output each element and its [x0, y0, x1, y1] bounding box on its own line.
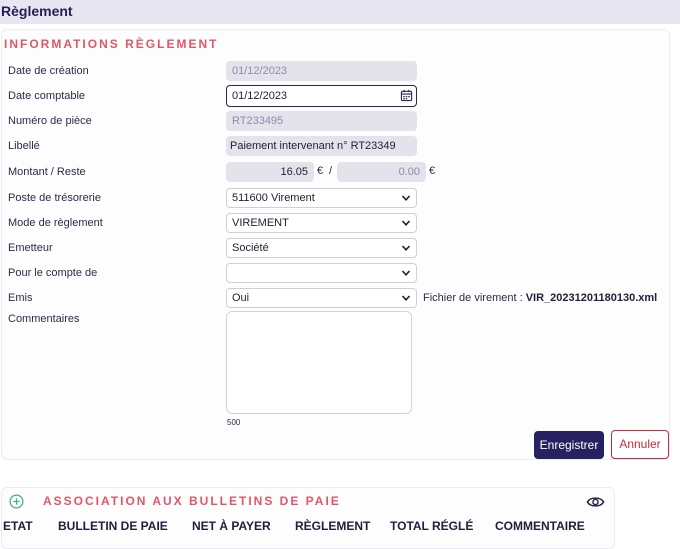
date-comptable-value: 01/12/2023 — [232, 90, 288, 102]
top-bar: Règlement — [0, 0, 680, 24]
libelle-value: Paiement intervenant n° RT23349 — [230, 140, 396, 152]
reste-field: 0.00 — [337, 162, 426, 182]
date-creation-field: 01/12/2023 — [226, 61, 417, 81]
chevron-down-icon — [401, 195, 411, 201]
pour-compte-select[interactable] — [226, 263, 417, 283]
commentaires-textarea[interactable] — [226, 311, 412, 414]
page-title: Règlement — [1, 3, 73, 19]
column-header-commentaire[interactable]: COMMENTAIRE — [495, 519, 585, 533]
numero-piece-value: RT233495 — [232, 115, 284, 127]
column-header-total-regle[interactable]: TOTAL RÉGLÉ — [390, 519, 473, 533]
cancel-button[interactable]: Annuler — [611, 430, 669, 459]
chevron-down-icon — [401, 245, 411, 251]
reste-currency: € — [429, 165, 436, 177]
montant-currency: € — [317, 165, 324, 177]
montant-input[interactable]: 16.05 — [226, 162, 314, 182]
column-header-bulletin[interactable]: BULLETIN DE PAIE — [58, 519, 168, 533]
emis-select[interactable]: Oui — [226, 288, 417, 308]
reste-value: 0.00 — [398, 166, 420, 178]
date-comptable-input[interactable]: 01/12/2023 — [226, 85, 417, 107]
emetteur-select[interactable]: Société — [226, 238, 417, 258]
label-poste-tresorerie: Poste de trésorerie — [8, 192, 101, 204]
column-header-etat[interactable]: ETAT — [3, 519, 33, 533]
label-mode-reglement: Mode de règlement — [8, 217, 103, 229]
label-date-comptable: Date comptable — [8, 90, 86, 102]
mode-reglement-value: VIREMENT — [232, 217, 289, 229]
chevron-down-icon — [401, 220, 411, 226]
label-emis: Emis — [8, 292, 33, 304]
label-libelle: Libellé — [8, 140, 40, 152]
fichier-virement-label: Fichier de virement : — [423, 292, 526, 304]
eye-icon[interactable] — [586, 494, 605, 510]
poste-tresorerie-select[interactable]: 511600 Virement — [226, 188, 417, 208]
montant-separator: / — [329, 165, 333, 177]
label-montant-reste: Montant / Reste — [8, 166, 86, 178]
label-numero-piece: Numéro de pièce — [8, 115, 92, 127]
montant-value: 16.05 — [280, 166, 308, 178]
emis-value: Oui — [232, 292, 250, 304]
calendar-icon[interactable] — [400, 89, 413, 102]
column-header-reglement[interactable]: RÈGLEMENT — [295, 519, 370, 533]
mode-reglement-select[interactable]: VIREMENT — [226, 213, 417, 233]
chevron-down-icon — [401, 270, 411, 276]
save-button[interactable]: Enregistrer — [534, 431, 604, 459]
column-header-net-a-payer[interactable]: NET À PAYER — [192, 519, 271, 533]
poste-tresorerie-value: 511600 Virement — [232, 192, 315, 204]
add-circle-icon[interactable] — [9, 494, 24, 509]
fichier-virement: Fichier de virement : VIR_20231201180130… — [423, 292, 657, 304]
label-emetteur: Emetteur — [8, 242, 53, 254]
emetteur-value: Société — [232, 242, 269, 254]
char-counter: 500 — [227, 418, 241, 427]
label-date-creation: Date de création — [8, 65, 89, 77]
section-title-informations: INFORMATIONS RÈGLEMENT — [4, 37, 219, 51]
fichier-virement-name: VIR_20231201180130.xml — [525, 292, 658, 304]
libelle-input[interactable]: Paiement intervenant n° RT23349 — [226, 136, 417, 156]
numero-piece-field: RT233495 — [226, 111, 417, 131]
label-commentaires: Commentaires — [8, 313, 80, 325]
label-pour-compte: Pour le compte de — [8, 267, 98, 279]
date-creation-value: 01/12/2023 — [232, 65, 288, 77]
chevron-down-icon — [401, 295, 411, 301]
section-title-association: ASSOCIATION AUX BULLETINS DE PAIE — [43, 494, 341, 508]
